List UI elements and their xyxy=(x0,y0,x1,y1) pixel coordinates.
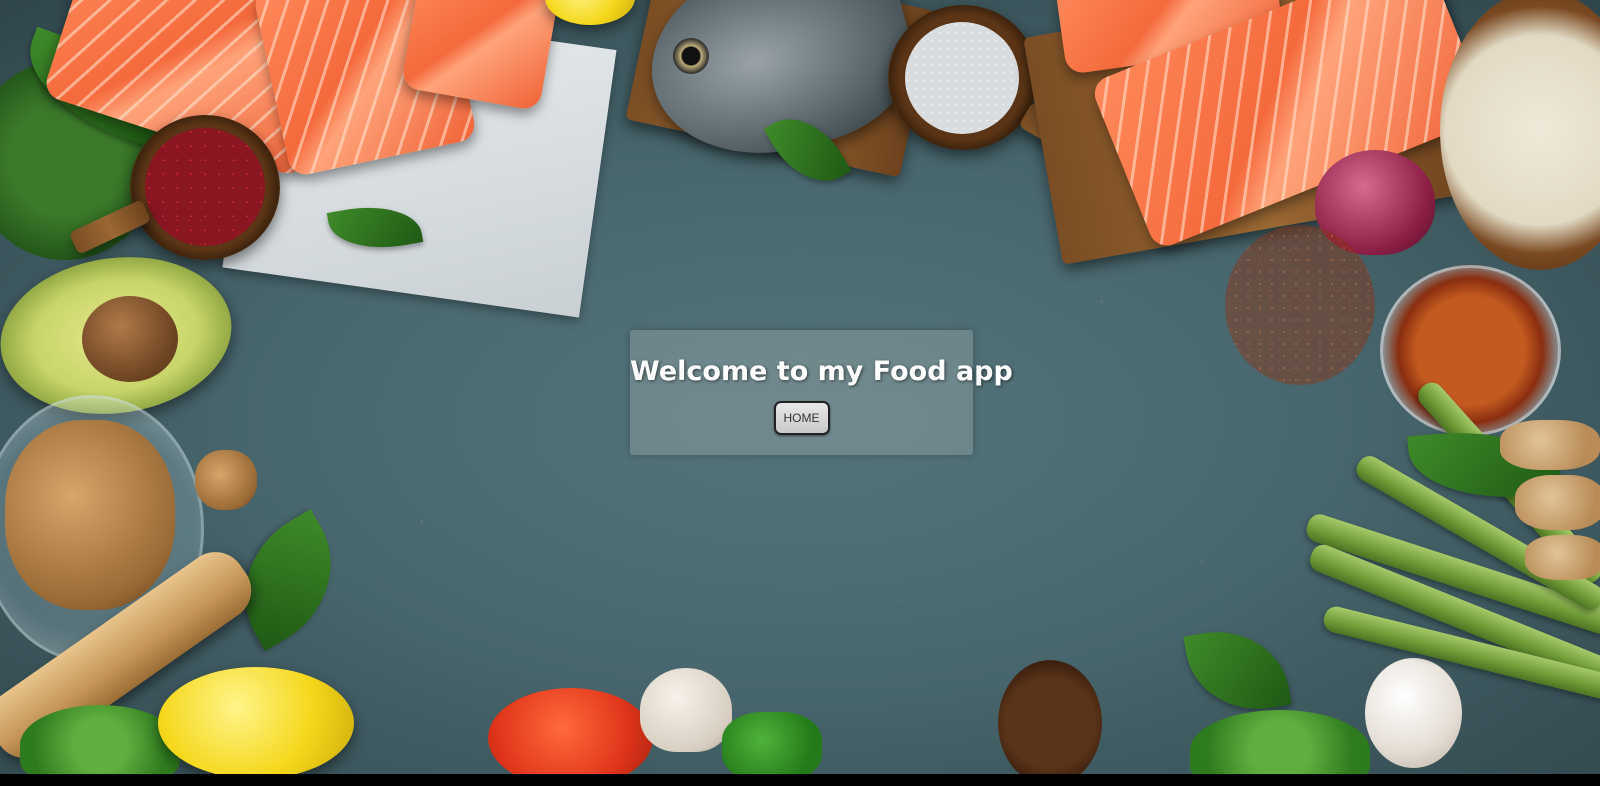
avocado-pit xyxy=(82,296,178,382)
stone-speck xyxy=(1100,300,1103,303)
chili-flakes-jar xyxy=(1380,265,1561,436)
landing-page: Welcome to my Food app HOME xyxy=(0,0,1600,786)
bottom-edge-strip xyxy=(0,774,1600,786)
lettuce xyxy=(20,705,180,785)
tomato xyxy=(488,688,653,786)
spinach-leaf xyxy=(1183,620,1292,721)
wooden-spoon xyxy=(998,660,1102,786)
fish-eye xyxy=(673,38,709,74)
green-pepper xyxy=(722,712,822,782)
stone-speck xyxy=(900,600,902,602)
coarse-salt xyxy=(905,22,1019,134)
home-button[interactable]: HOME xyxy=(773,401,830,435)
welcome-title: Welcome to my Food app xyxy=(630,356,1013,387)
pink-peppercorns xyxy=(145,128,265,246)
ginger-root xyxy=(1500,420,1600,470)
lemon-slice xyxy=(545,0,635,25)
walnut xyxy=(195,450,257,510)
welcome-card: Welcome to my Food app HOME xyxy=(630,330,1013,455)
white-beans-bowl xyxy=(1440,0,1600,270)
stone-speck xyxy=(1200,560,1203,563)
lemon xyxy=(158,667,354,779)
ginger-root xyxy=(1515,475,1600,530)
chili-flakes-pile xyxy=(1225,225,1375,385)
stone-speck xyxy=(420,520,423,523)
mushroom xyxy=(640,668,732,752)
garlic-bulb xyxy=(1365,658,1462,768)
ginger-root xyxy=(1525,535,1600,580)
walnuts xyxy=(5,420,175,610)
